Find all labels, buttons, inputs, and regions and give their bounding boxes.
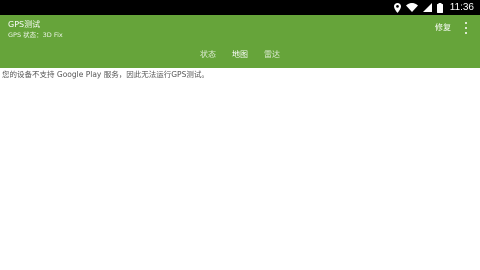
tab-radar[interactable]: 雷达 bbox=[263, 48, 281, 66]
tab-bar: 状态 地图 雷达 bbox=[0, 48, 480, 66]
play-services-message: 您的设备不支持 Google Play 服务，因此无法运行GPS测试。 bbox=[2, 70, 209, 79]
app-bar: GPS测试 GPS 状态：3D Fix 修复 状态 地图 雷达 bbox=[0, 15, 480, 68]
map-content: 您的设备不支持 Google Play 服务，因此无法运行GPS测试。 bbox=[0, 68, 480, 270]
app-title: GPS测试 bbox=[8, 20, 41, 29]
overflow-menu-icon[interactable] bbox=[462, 22, 470, 34]
location-icon bbox=[393, 2, 401, 13]
tab-map[interactable]: 地图 bbox=[231, 48, 249, 66]
tab-status[interactable]: 状态 bbox=[199, 48, 217, 66]
battery-icon bbox=[436, 2, 443, 13]
signal-icon bbox=[422, 3, 432, 12]
gps-status-subtitle: GPS 状态：3D Fix bbox=[8, 31, 63, 39]
repair-button[interactable]: 修复 bbox=[435, 23, 451, 33]
wifi-icon bbox=[405, 3, 418, 12]
status-bar: 11:36 bbox=[0, 0, 480, 15]
status-time: 11:36 bbox=[449, 2, 474, 13]
